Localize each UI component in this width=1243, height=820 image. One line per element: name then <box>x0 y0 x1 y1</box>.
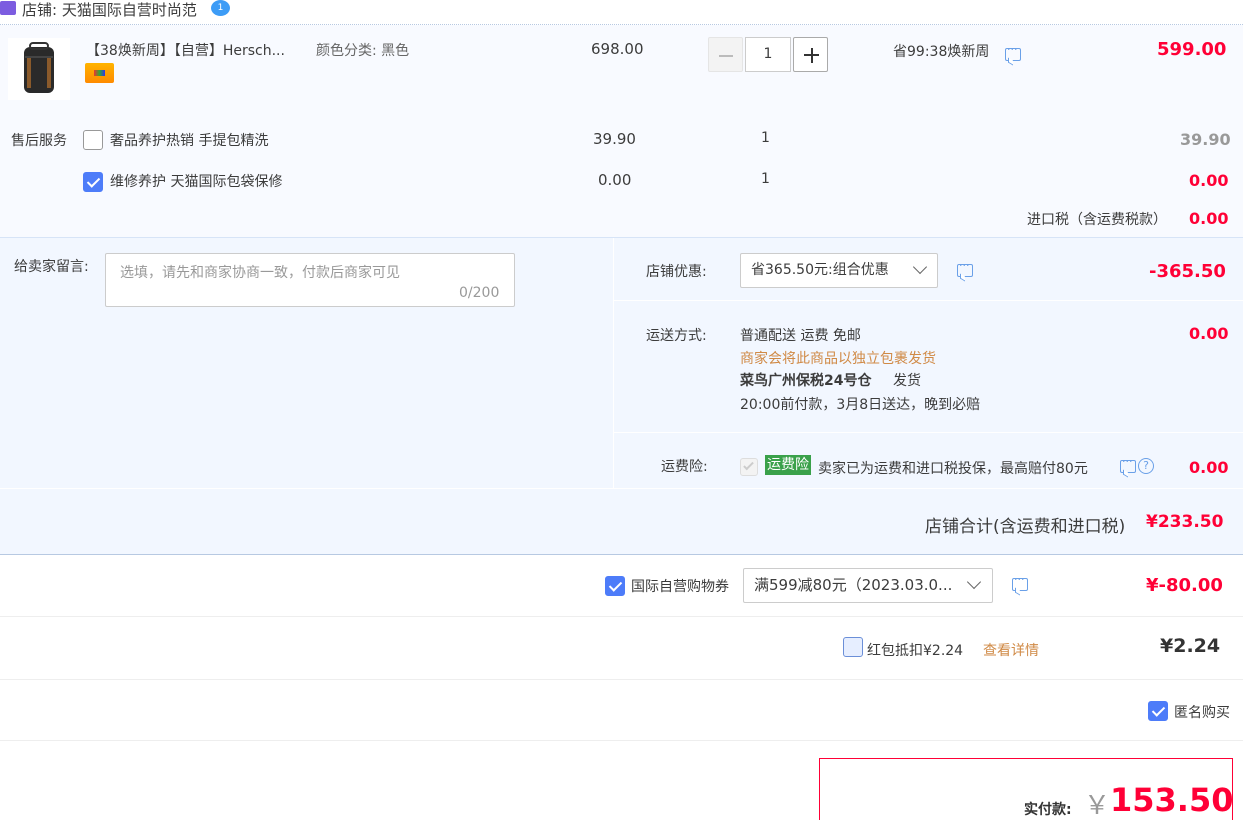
item-subtotal: 599.00 <box>1157 39 1227 60</box>
service-checkbox-wash[interactable] <box>83 130 103 150</box>
shipping-line1: 普通配送 运费 免邮 <box>740 328 861 344</box>
shop-discount-selected: 省365.50元:组合优惠 <box>751 262 889 278</box>
pay-summary-box: 实付款: ￥ 153.50 <box>819 758 1233 820</box>
message-counter: 0/200 <box>459 285 500 301</box>
redpacket-value: ¥2.24 <box>1160 635 1221 657</box>
insurance-message-icon[interactable] <box>1120 455 1136 473</box>
quantity-stepper: 1 <box>708 37 829 72</box>
service-price-repair: 0.00 <box>598 171 632 189</box>
insurance-desc: 卖家已为运费和进口税投保，最高赔付80元 <box>818 461 1088 477</box>
insurance-checkbox <box>740 458 758 476</box>
shipping-value: 0.00 <box>1189 324 1229 343</box>
shipping-ship-word: 发货 <box>893 373 921 389</box>
service-total-repair: 0.00 <box>1189 171 1229 190</box>
pay-amount: 153.50 <box>1110 781 1234 819</box>
shop-name[interactable]: 店铺: 天猫国际自营时尚范 <box>22 0 197 20</box>
shop-discount-label: 店铺优惠: <box>646 264 707 280</box>
import-tax-label: 进口税（含运费税款） <box>1027 212 1167 228</box>
card-icon <box>85 63 114 83</box>
service-name-repair: 维修养护 天猫国际包袋保修 <box>110 174 283 190</box>
coupon-value: ¥-80.00 <box>1146 575 1223 596</box>
pay-currency: ￥ <box>1084 791 1111 820</box>
unit-price: 698.00 <box>591 40 644 58</box>
shop-header: 店铺: 天猫国际自营时尚范 1 <box>0 0 1243 24</box>
service-qty-repair: 1 <box>761 171 770 187</box>
service-price-wash: 39.90 <box>593 130 636 148</box>
message-placeholder: 选填，请先和商家协商一致，付款后商家可见 <box>120 265 400 281</box>
shop-logo-icon <box>0 1 16 15</box>
service-name-wash: 奢品养护热销 手提包精洗 <box>110 133 269 149</box>
panel-divider-h1 <box>614 300 1243 301</box>
insurance-value: 0.00 <box>1189 458 1229 477</box>
shipping-line2: 商家会将此商品以独立包裹发货 <box>740 351 936 367</box>
service-checkbox-repair[interactable] <box>83 172 103 192</box>
shop-total-value: ¥233.50 <box>1146 512 1224 532</box>
coupon-selected: 满599减80元（2023.03.0... <box>754 576 953 594</box>
service-total-wash: 39.90 <box>1180 130 1231 149</box>
help-icon[interactable]: ? <box>1138 458 1154 474</box>
shop-discount-select[interactable]: 省365.50元:组合优惠 <box>740 253 938 288</box>
after-sale-label: 售后服务 <box>11 133 67 149</box>
chevron-down-icon <box>912 259 928 275</box>
promo-label: 省99:38焕新周 <box>893 44 990 60</box>
shop-total-label: 店铺合计(含运费和进口税) <box>925 517 1126 537</box>
message-textarea[interactable]: 选填，请先和商家协商一致，付款后商家可见 0/200 <box>105 253 515 307</box>
shipping-label: 运送方式: <box>646 328 707 344</box>
coupon-message-icon[interactable] <box>1012 573 1028 591</box>
shipping-warehouse: 菜鸟广州保税24号仓 <box>740 373 872 389</box>
redpacket-detail-link[interactable]: 查看详情 <box>983 640 1039 660</box>
shipping-line4: 20:00前付款，3月8日送达，晚到必赔 <box>740 397 981 413</box>
product-title[interactable]: 【38焕新周】【自营】Hersch... <box>86 40 285 60</box>
shop-discount-value: -365.50 <box>1149 261 1226 282</box>
redpacket-label: 红包抵扣¥2.24 <box>867 643 964 659</box>
message-label: 给卖家留言: <box>14 259 89 275</box>
pay-label: 实付款: <box>1024 802 1072 818</box>
coupon-checkbox[interactable] <box>605 576 625 596</box>
product-sku: 颜色分类: 黑色 <box>316 43 410 59</box>
decrease-button[interactable] <box>708 37 743 72</box>
divider <box>0 679 1243 680</box>
product-image[interactable] <box>8 38 70 100</box>
service-qty-wash: 1 <box>761 130 770 146</box>
promo-message-icon[interactable] <box>1005 43 1021 61</box>
quantity-input[interactable]: 1 <box>745 37 791 72</box>
coupon-select[interactable]: 满599减80元（2023.03.0... <box>743 568 993 603</box>
increase-button[interactable] <box>793 37 828 72</box>
chevron-down-icon <box>966 574 982 590</box>
coupon-label: 国际自营购物券 <box>631 579 729 595</box>
anonymous-label: 匿名购买 <box>1174 705 1230 721</box>
insurance-label: 运费险: <box>661 459 708 475</box>
panel-divider-h3 <box>0 488 1243 489</box>
import-tax-value: 0.00 <box>1189 209 1229 228</box>
divider <box>0 740 1243 741</box>
discount-message-icon[interactable] <box>957 259 973 277</box>
divider <box>0 616 1243 617</box>
wangwang-icon[interactable]: 1 <box>211 0 230 16</box>
insurance-tag: 运费险 <box>765 455 811 475</box>
redpacket-checkbox[interactable] <box>843 637 863 657</box>
anonymous-checkbox[interactable] <box>1148 701 1168 721</box>
panel-divider-h2 <box>614 432 1243 433</box>
panel-divider-vertical <box>613 238 614 488</box>
